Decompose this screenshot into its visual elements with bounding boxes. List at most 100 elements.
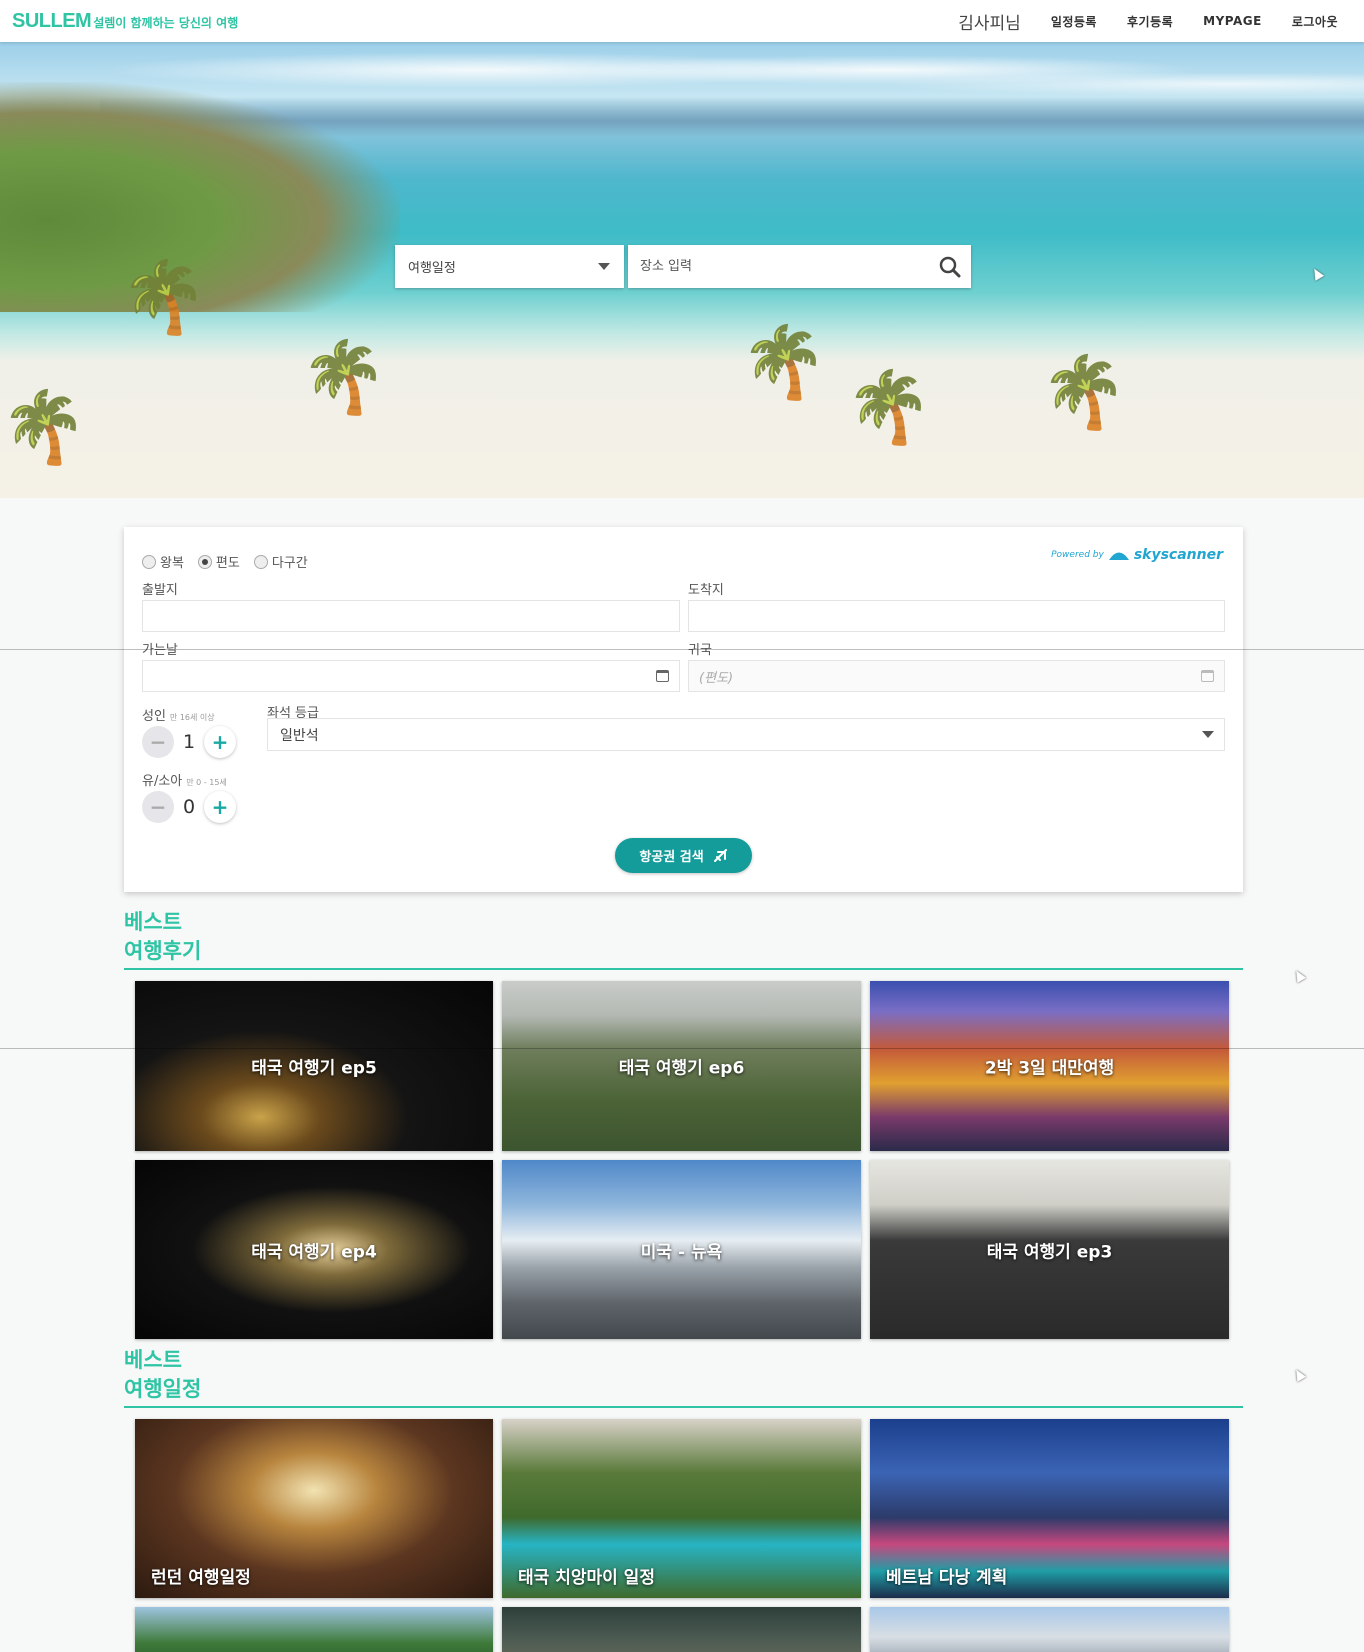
return-date-input: (편도): [688, 660, 1225, 692]
powered-by-text: Powered by: [1051, 550, 1104, 560]
search-type-select[interactable]: 여행일정: [395, 245, 624, 288]
caret-down-icon: [1202, 731, 1214, 738]
plan-card[interactable]: 베트남 다낭 계획: [870, 1419, 1229, 1598]
review-card-title: 태국 여행기 ep4: [251, 1242, 377, 1262]
nav-link-review-register[interactable]: 후기등록: [1127, 13, 1173, 30]
hero-search-bar: 여행일정: [395, 245, 971, 288]
plan-card-title: 태국 치앙마이 일정: [518, 1568, 655, 1588]
top-nav: SULLEM 설렘이 함께하는 당신의 여행 김사피님 일정등록 후기등록 MY…: [0, 0, 1364, 42]
best-reviews-title-line2: 여행후기: [124, 939, 202, 963]
review-card-title: 태국 여행기 ep6: [618, 1058, 745, 1079]
nav-link-logout[interactable]: 로그아웃: [1292, 13, 1338, 30]
palm-tree-icon: 🌴: [845, 366, 933, 448]
review-card[interactable]: 태국 여행기 ep3: [870, 1160, 1229, 1339]
plan-card-title: 런던 여행일정: [151, 1568, 251, 1588]
origin-label: 출발지: [142, 583, 178, 598]
best-plans-grid: 런던 여행일정 태국 치앙마이 일정 베트남 다낭 계획: [135, 1419, 1229, 1652]
search-input[interactable]: [640, 259, 920, 274]
caret-down-icon: [598, 263, 610, 270]
destination-label: 도착지: [688, 583, 724, 598]
search-field: [628, 245, 971, 288]
return-date-value: (편도): [699, 670, 734, 686]
mouse-cursor-icon: [1291, 1367, 1307, 1382]
page: SULLEM 설렘이 함께하는 당신의 여행 김사피님 일정등록 후기등록 MY…: [0, 0, 1364, 1652]
skyscanner-badge: Powered by skyscanner: [1051, 547, 1223, 563]
adult-count: 1: [182, 731, 196, 753]
nav-link-mypage[interactable]: MYPAGE: [1203, 14, 1262, 28]
skyscanner-logo-icon: [1108, 552, 1129, 560]
review-card-title: 2박 3일 대만여행: [984, 1058, 1115, 1079]
scanline: [0, 1048, 1364, 1049]
child-minus-button[interactable]: −: [142, 791, 174, 823]
palm-tree-icon: 🌴: [0, 386, 88, 468]
review-card[interactable]: 2박 3일 대만여행: [870, 981, 1229, 1151]
palm-tree-icon: 🌴: [1040, 351, 1128, 433]
powered-brand-text: skyscanner: [1133, 547, 1223, 563]
flight-search-button-label: 항공권 검색: [639, 850, 704, 865]
scanline: [0, 649, 1364, 650]
flight-search-button[interactable]: 항공권 검색: [615, 838, 752, 873]
brand-tagline: 설렘이 함께하는 당신의 여행: [93, 15, 239, 30]
brand-logo[interactable]: SULLEM 설렘이 함께하는 당신의 여행: [12, 10, 238, 33]
review-card[interactable]: 태국 여행기 ep4: [135, 1160, 493, 1339]
palm-tree-icon: 🌴: [300, 336, 388, 418]
plan-card[interactable]: 런던 여행일정: [135, 1419, 493, 1598]
destination-input[interactable]: [688, 600, 1225, 632]
trip-type-roundtrip[interactable]: 왕복: [142, 552, 184, 571]
best-reviews-grid: 태국 여행기 ep5 태국 여행기 ep6 2박 3일 대만여행 태국 여행기 …: [135, 981, 1229, 1339]
trip-type-label: 왕복: [160, 556, 184, 571]
radio-button[interactable]: [253, 554, 268, 569]
plan-card[interactable]: [135, 1607, 493, 1652]
nav-menu: 김사피님 일정등록 후기등록 MYPAGE 로그아웃: [958, 9, 1338, 34]
child-stepper: − 0 +: [142, 791, 236, 823]
radio-button-checked[interactable]: [197, 554, 212, 569]
hero-banner: 🌴 🌴 🌴 🌴 🌴 🌴 여행일정: [0, 42, 1364, 498]
child-label-text: 유/소아: [142, 774, 183, 789]
review-card-title: 미국 - 뉴욕: [640, 1242, 723, 1262]
plan-card[interactable]: 태국 치앙마이 일정: [502, 1419, 861, 1598]
flight-search-card: 왕복 편도 다구간 Powered by skyscanner 출발지 도착지 …: [124, 527, 1243, 892]
search-type-value: 여행일정: [408, 261, 456, 276]
calendar-icon: [656, 670, 669, 682]
review-card[interactable]: 미국 - 뉴욕: [502, 1160, 861, 1339]
brand-name: SULLEM: [12, 9, 92, 32]
review-card-title: 태국 여행기 ep3: [986, 1242, 1113, 1262]
child-age-hint: 만 0 - 15세: [186, 778, 227, 787]
best-reviews-title-line1: 베스트: [124, 910, 182, 934]
depart-date-input[interactable]: [142, 660, 680, 692]
best-plans-heading: 베스트 여행일정: [124, 1346, 1243, 1408]
child-label: 유/소아 만 0 - 15세: [142, 770, 227, 789]
trip-type-multicity[interactable]: 다구간: [253, 552, 308, 571]
seat-class-select[interactable]: 일반석: [267, 718, 1225, 751]
trip-type-label: 다구간: [271, 556, 308, 571]
adult-label-text: 성인: [142, 709, 166, 724]
search-icon[interactable]: [939, 256, 961, 278]
trip-type-oneway[interactable]: 편도: [197, 552, 240, 571]
adult-minus-button[interactable]: −: [142, 726, 174, 758]
review-card-title: 태국 여행기 ep5: [251, 1058, 377, 1079]
trip-type-label: 편도: [215, 556, 240, 571]
best-reviews-heading: 베스트 여행후기: [124, 908, 1243, 970]
child-plus-button[interactable]: +: [204, 791, 236, 823]
airplane-icon: [713, 848, 727, 862]
best-plans-title-line2: 여행일정: [124, 1377, 202, 1401]
seat-class-value: 일반석: [280, 727, 319, 744]
review-card[interactable]: 태국 여행기 ep6: [502, 981, 861, 1151]
calendar-icon: [1201, 670, 1214, 682]
best-plans-title-line1: 베스트: [124, 1348, 182, 1372]
radio-button[interactable]: [142, 554, 156, 569]
adult-label: 성인 만 16세 이상: [142, 705, 215, 724]
mouse-cursor-icon: [1291, 968, 1307, 983]
user-name: 김사피님: [958, 13, 1021, 34]
plan-card[interactable]: [502, 1607, 861, 1652]
palm-tree-icon: 🌴: [740, 321, 828, 403]
nav-link-schedule-register[interactable]: 일정등록: [1051, 13, 1097, 30]
palm-tree-icon: 🌴: [120, 256, 208, 338]
mouse-cursor-icon: [1309, 266, 1325, 281]
adult-plus-button[interactable]: +: [204, 726, 236, 758]
review-card[interactable]: 태국 여행기 ep5: [135, 981, 493, 1151]
plan-card[interactable]: [870, 1607, 1229, 1652]
plan-card-title: 베트남 다낭 계획: [886, 1568, 1008, 1588]
adult-age-hint: 만 16세 이상: [169, 713, 215, 722]
origin-input[interactable]: [142, 600, 680, 632]
